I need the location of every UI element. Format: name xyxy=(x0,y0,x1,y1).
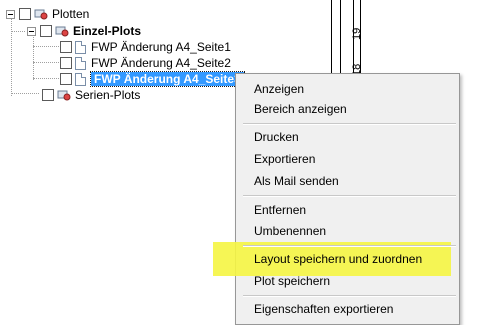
menu-item-anzeigen[interactable]: Anzeigen xyxy=(254,79,304,99)
tree-root-label: Plotten xyxy=(52,7,90,21)
menu-item-eigenschaften-exportieren[interactable]: Eigenschaften exportieren xyxy=(254,299,393,319)
plot-group-icon xyxy=(34,8,48,20)
checkbox[interactable] xyxy=(40,25,52,37)
collapse-expander-icon[interactable] xyxy=(27,26,36,36)
menu-separator xyxy=(243,123,456,125)
context-menu: Anzeigen Bereich anzeigen Drucken Export… xyxy=(213,73,460,325)
tree-item-seite1[interactable]: FWP Änderung A4_Seite1 xyxy=(60,39,231,55)
menu-separator xyxy=(243,295,456,297)
document-icon xyxy=(75,40,86,54)
menu-separator xyxy=(243,245,456,247)
tree-item-label: FWP Änderung A4_Seite2 xyxy=(91,56,231,70)
tree-series-label: Serien-Plots xyxy=(75,88,141,102)
ruler-number: 19 xyxy=(351,27,363,40)
tree-group-einzel-plots[interactable]: Einzel-Plots xyxy=(27,23,141,39)
menu-item-plot-speichern[interactable]: Plot speichern xyxy=(254,271,330,291)
checkbox[interactable] xyxy=(60,73,72,85)
document-icon xyxy=(75,72,86,86)
menu-item-exportieren[interactable]: Exportieren xyxy=(254,149,315,169)
menu-item-drucken[interactable]: Drucken xyxy=(254,127,299,147)
plot-group-icon xyxy=(55,25,69,37)
tree-item-seite2[interactable]: FWP Änderung A4_Seite2 xyxy=(60,55,231,71)
checkbox[interactable] xyxy=(60,57,72,69)
menu-item-bereich-anzeigen[interactable]: Bereich anzeigen xyxy=(254,99,347,119)
menu-item-layout-speichern[interactable]: Layout speichern und zuordnen xyxy=(254,249,422,269)
menu-item-umbenennen[interactable]: Umbenennen xyxy=(254,221,326,241)
checkbox[interactable] xyxy=(42,89,54,101)
menu-item-als-mail-senden[interactable]: Als Mail senden xyxy=(254,171,339,191)
tree-item-seite3[interactable]: FWP Änderung A4_Seite3 xyxy=(60,71,245,87)
tree-group-label: Einzel-Plots xyxy=(73,24,142,38)
menu-item-entfernen[interactable]: Entfernen xyxy=(254,200,306,220)
menu-separator xyxy=(243,195,456,197)
tree-item-label-selected: FWP Änderung A4_Seite3 xyxy=(90,71,245,87)
checkbox[interactable] xyxy=(60,41,72,53)
tree-root-plotten[interactable]: Plotten xyxy=(6,6,89,22)
collapse-expander-icon[interactable] xyxy=(6,9,15,19)
plot-group-icon xyxy=(57,89,71,101)
document-icon xyxy=(75,56,86,70)
checkbox[interactable] xyxy=(19,8,31,20)
tree-group-serien-plots[interactable]: Serien-Plots xyxy=(42,87,140,103)
tree-item-label: FWP Änderung A4_Seite1 xyxy=(91,40,231,54)
